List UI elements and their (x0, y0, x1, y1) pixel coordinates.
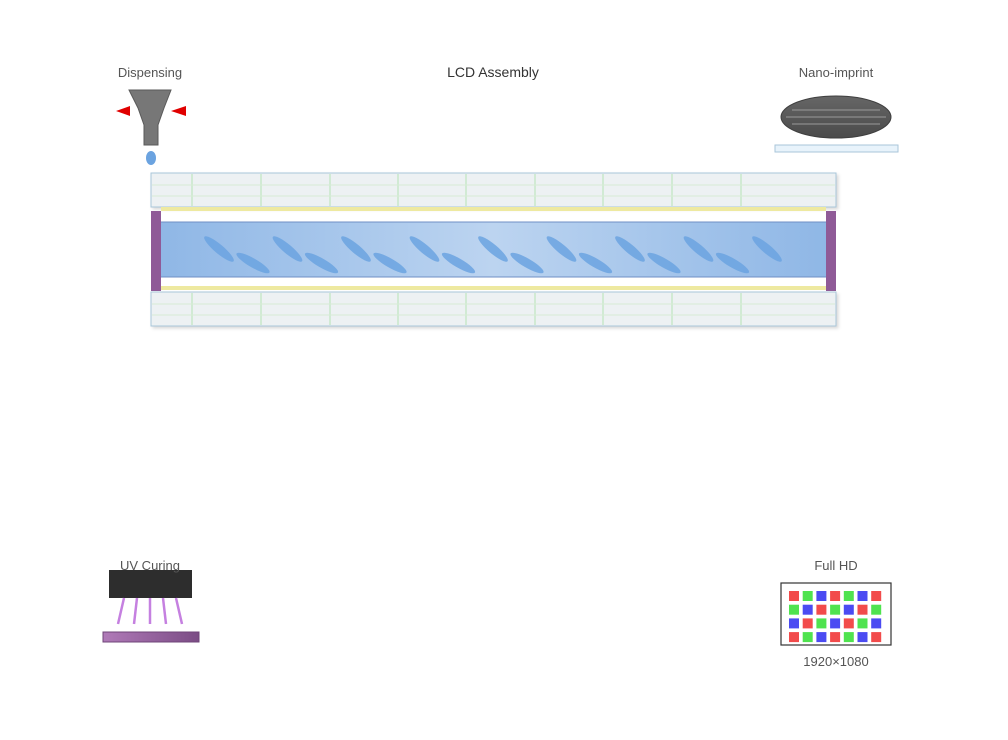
pixel-red (816, 604, 827, 615)
pixel-green (843, 591, 854, 601)
lcd-assembly-diagram: LCD Assembly Dispensing Nano-imprint UV … (102, 64, 899, 669)
uv-lamp-icon (102, 570, 200, 643)
nano-imprint-label: Nano-imprint (799, 65, 874, 80)
pixel-green (830, 604, 841, 615)
full-hd-label: Full HD (814, 558, 857, 573)
liquid-crystal-layer (158, 221, 828, 278)
bottom-glass-substrate (150, 291, 837, 327)
dispensing-label: Dispensing (118, 65, 182, 80)
droplet-icon (146, 151, 156, 165)
full-hd-group: Full HD 1920×1080 (780, 558, 892, 669)
pixel-blue (789, 618, 799, 629)
pixel-green (802, 591, 813, 601)
pixel-green (816, 618, 827, 629)
pixel-blue (857, 591, 868, 601)
uv-curing-group: UV Curing (102, 558, 200, 643)
pixel-red (871, 632, 882, 643)
pixel-green (857, 618, 868, 629)
pixel-red (871, 591, 882, 601)
left-arrow-icon (116, 106, 130, 116)
pixel-blue (857, 632, 868, 643)
pixel-blue (816, 632, 827, 643)
pixel-red (830, 632, 841, 643)
pixel-green (802, 632, 813, 643)
pixel-red (843, 618, 854, 629)
imprint-stamp-icon (774, 95, 899, 153)
pixel-red (802, 618, 813, 629)
nano-imprint-group: Nano-imprint (774, 65, 899, 153)
diagram-title: LCD Assembly (447, 64, 539, 80)
dispensing-group: Dispensing (116, 65, 186, 165)
right-arrow-icon (171, 106, 186, 116)
pixel-green (871, 604, 882, 615)
dispenser-nozzle-icon (116, 89, 186, 165)
pixel-blue (830, 618, 841, 629)
right-sealant (826, 211, 836, 291)
top-alignment-layer (161, 207, 826, 211)
pixel-green (789, 604, 799, 615)
lcd-cell (150, 172, 837, 327)
pixel-grid-icon (780, 582, 892, 646)
pixel-red (830, 591, 841, 601)
pixel-red (857, 604, 868, 615)
pixel-blue (871, 618, 882, 629)
pixel-blue (843, 604, 854, 615)
pixel-red (789, 632, 799, 643)
uv-curing-label: UV Curing (120, 558, 180, 573)
top-glass-substrate (150, 172, 837, 208)
pixel-blue (802, 604, 813, 615)
left-sealant (151, 211, 161, 291)
bottom-alignment-layer (161, 286, 826, 290)
pixel-blue (816, 591, 827, 601)
pixel-green (843, 632, 854, 643)
resolution-label: 1920×1080 (803, 654, 868, 669)
pixel-red (789, 591, 799, 601)
